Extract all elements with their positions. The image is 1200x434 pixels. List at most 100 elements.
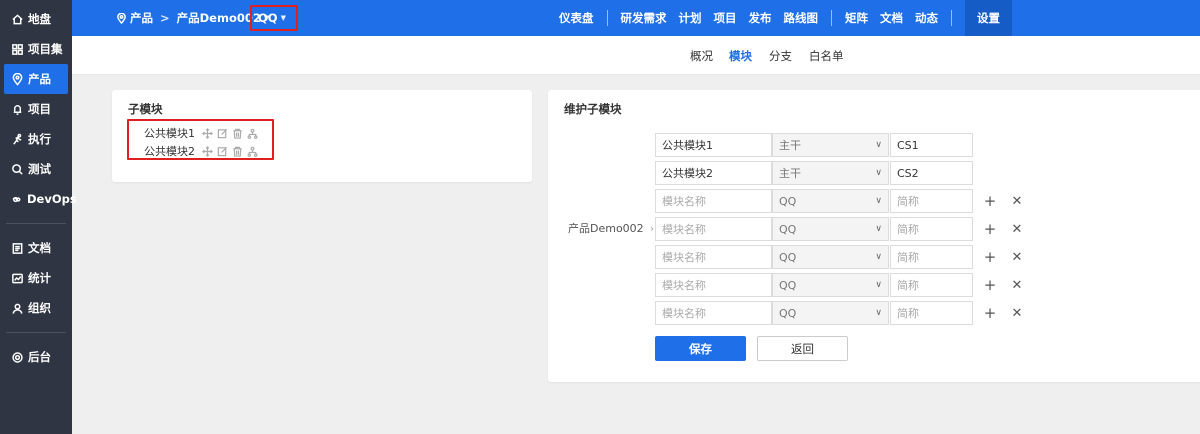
grid-icon	[10, 42, 24, 56]
branch-select-value: QQ	[779, 250, 797, 264]
branch-select[interactable]: QQ ∨	[772, 217, 889, 241]
gear-icon	[10, 350, 24, 364]
module-name-input[interactable]: 模块名称	[655, 217, 772, 241]
sub-nav-tab[interactable]: 白名单	[809, 36, 844, 75]
short-name-input[interactable]: 简称	[890, 245, 973, 269]
sidebar-item-label: 产品	[28, 72, 51, 86]
remove-row-icon[interactable]: ✕	[1010, 250, 1024, 264]
panel-title: 子模块	[128, 102, 163, 116]
sidebar: 地盘 项目集产品项目 执行 测试 DevOps 文档统计组织 后台	[0, 0, 77, 434]
sidebar-item[interactable]: 组织	[4, 293, 68, 323]
sidebar-item-label: 统计	[28, 271, 51, 285]
branch-select[interactable]: QQ ∨	[772, 245, 889, 269]
sidebar-item[interactable]: 后台	[4, 342, 68, 372]
chevron-down-icon: ∨	[875, 196, 882, 206]
sidebar-item-label: 组织	[28, 301, 51, 315]
branch-select[interactable]: QQ ∨	[772, 189, 889, 213]
branch-select[interactable]: 主干 ∨	[772, 161, 889, 185]
breadcrumb-separator: >	[160, 11, 170, 25]
top-nav-item[interactable]: 文档	[880, 0, 903, 36]
short-name-input[interactable]: 简称	[890, 273, 973, 297]
module-name-input[interactable]: 模块名称	[655, 189, 772, 213]
move-icon[interactable]	[201, 145, 213, 157]
hierarchy-icon[interactable]	[246, 145, 258, 157]
top-nav-item[interactable]: 矩阵	[845, 0, 868, 36]
top-nav-item[interactable]: 研发需求	[621, 0, 667, 36]
branch-select[interactable]: QQ ∨	[772, 273, 889, 297]
module-name-input[interactable]: 模块名称	[655, 273, 772, 297]
add-row-icon[interactable]: +	[983, 221, 997, 236]
remove-row-icon[interactable]: ✕	[1010, 306, 1024, 320]
sidebar-item-label: 后台	[28, 350, 51, 364]
breadcrumb-product[interactable]: 产品Demo002	[177, 10, 261, 26]
sidebar-item[interactable]: DevOps	[4, 184, 77, 214]
branch-select-value: QQ	[779, 306, 797, 320]
top-nav-item[interactable]: 仪表盘	[559, 0, 594, 36]
sidebar-item[interactable]: 执行	[4, 124, 68, 154]
delete-icon[interactable]	[231, 127, 243, 139]
parent-module-label: 产品Demo002 ›	[568, 220, 654, 236]
product-pin-icon	[116, 12, 127, 24]
sub-nav: 概况 模块 分支 白名单	[72, 36, 1200, 75]
chevron-down-icon: ∨	[875, 168, 882, 178]
document-icon	[10, 241, 24, 255]
edit-icon[interactable]	[216, 145, 228, 157]
module-tree: 公共模块1 公共模块2	[144, 124, 261, 160]
branch-select-value: QQ	[779, 194, 797, 208]
top-nav-item[interactable]: 路线图	[784, 0, 819, 36]
add-row-icon[interactable]: +	[983, 305, 997, 320]
sub-nav-tab[interactable]: 概况	[690, 36, 713, 75]
breadcrumb: 产品 > 产品Demo002 ▼	[116, 0, 269, 36]
remove-row-icon[interactable]: ✕	[1010, 222, 1024, 236]
short-name-input[interactable]: CS1	[890, 133, 973, 157]
top-nav-item[interactable]: 计划	[679, 0, 702, 36]
sidebar-item[interactable]: 地盘	[4, 4, 68, 34]
back-button[interactable]: 返回	[757, 336, 848, 361]
chevron-down-icon: ∨	[875, 252, 882, 262]
sidebar-item[interactable]: 产品	[4, 64, 68, 94]
sidebar-item[interactable]: 项目	[4, 94, 68, 124]
branch-select[interactable]: 主干 ∨	[772, 133, 889, 157]
module-tree-item[interactable]: 公共模块2	[144, 142, 261, 160]
short-name-input[interactable]: 简称	[890, 189, 973, 213]
remove-row-icon[interactable]: ✕	[1010, 278, 1024, 292]
sidebar-divider	[6, 223, 66, 224]
sub-nav-tab[interactable]: 分支	[769, 36, 792, 75]
top-nav-item[interactable]: 项目	[714, 0, 737, 36]
short-name-input[interactable]: 简称	[890, 217, 973, 241]
bell-icon	[10, 102, 24, 116]
move-icon[interactable]	[201, 127, 213, 139]
chevron-down-icon: ▼	[280, 14, 286, 22]
module-name-input[interactable]: 模块名称	[655, 301, 772, 325]
save-button[interactable]: 保存	[655, 336, 746, 361]
top-nav-item[interactable]: 设置	[965, 0, 1012, 36]
sidebar-item[interactable]: 测试	[4, 154, 68, 184]
sub-nav-tab[interactable]: 模块	[729, 36, 752, 75]
sidebar-item[interactable]: 文档	[4, 233, 68, 263]
nav-separator	[606, 10, 608, 26]
short-name-input[interactable]: 简称	[890, 301, 973, 325]
breadcrumb-root[interactable]: 产品	[130, 10, 153, 26]
module-name-input[interactable]: 模块名称	[655, 245, 772, 269]
top-nav-item[interactable]: 发布	[749, 0, 772, 36]
add-row-icon[interactable]: +	[983, 193, 997, 208]
sidebar-item[interactable]: 统计	[4, 263, 68, 293]
sidebar-item[interactable]: 项目集	[4, 34, 68, 64]
add-row-icon[interactable]: +	[983, 249, 997, 264]
add-row-icon[interactable]: +	[983, 277, 997, 292]
module-name-input[interactable]: 公共模块1	[655, 133, 772, 157]
remove-row-icon[interactable]: ✕	[1010, 194, 1024, 208]
delete-icon[interactable]	[231, 145, 243, 157]
edit-icon[interactable]	[216, 127, 228, 139]
branch-select[interactable]: QQ ∨	[772, 301, 889, 325]
search-check-icon	[10, 162, 24, 176]
top-nav-item[interactable]: 动态	[915, 0, 938, 36]
short-name-input[interactable]: CS2	[890, 161, 973, 185]
chevron-down-icon: ∨	[875, 280, 882, 290]
module-name-input[interactable]: 公共模块2	[655, 161, 772, 185]
hierarchy-icon[interactable]	[246, 127, 258, 139]
branch-selector[interactable]: QQ ▼	[258, 0, 286, 36]
chevron-down-icon: ∨	[875, 224, 882, 234]
module-tree-item[interactable]: 公共模块1	[144, 124, 261, 142]
top-nav: 仪表盘 研发需求 计划 项目 发布 路线图 矩阵 文档 动态 设置	[559, 0, 1012, 36]
